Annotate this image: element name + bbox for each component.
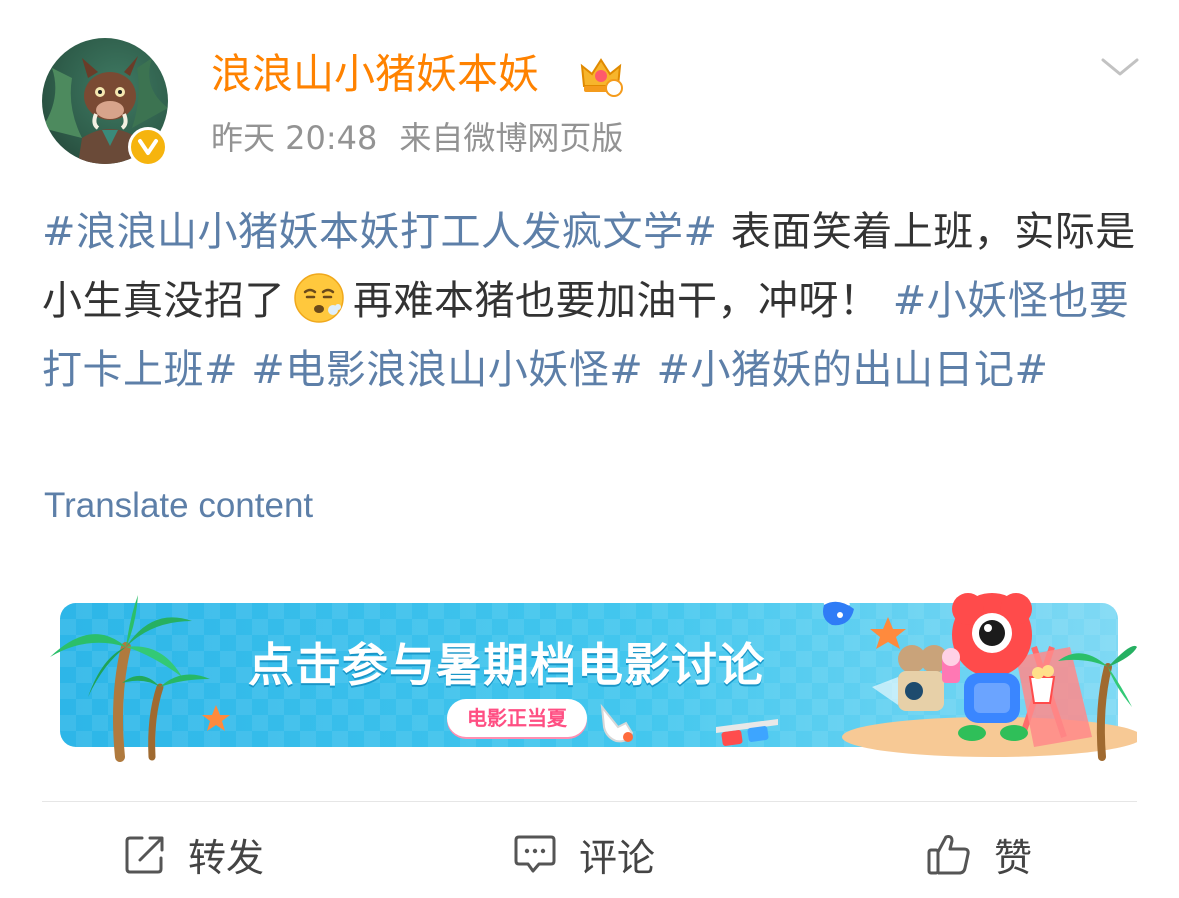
pointing-hand-icon [600,703,634,743]
hashtag-link[interactable]: #浪浪山小猪妖本妖打工人发疯文学# [42,209,718,255]
comment-button[interactable]: 评论 [513,826,655,882]
banner-title: 点击参与暑期档电影讨论 [248,638,765,692]
repost-label: 转发 [188,835,265,880]
post-time: 昨天 20:48 [211,119,378,157]
mascot-illustration [822,591,1137,761]
palm-tree-icon [50,595,230,762]
post-text-segment: 再难本猪也要加油干，冲呀！ [353,278,880,324]
like-button[interactable]: 赞 [926,826,1032,882]
verified-badge-icon [128,127,168,167]
exhausted-face-emoji-icon [293,272,345,324]
banner-badge: 电影正当夏 [447,699,587,737]
thumbs-up-icon [927,835,970,875]
comment-icon [514,835,556,873]
repost-button[interactable]: 转发 [124,826,264,882]
post-meta: 昨天 20:48 来自微博网页版 [211,116,623,160]
crown-icon[interactable] [578,52,624,98]
comment-label: 评论 [579,835,656,880]
3d-glasses-icon [716,719,778,746]
post-text: #浪浪山小猪妖本妖打工人发疯文学# 表面笑着上班，实际是小生真没招了 再难本猪也… [42,198,1142,405]
like-label: 赞 [994,835,1033,880]
promo-banner[interactable]: 点击参与暑期档电影讨论 电影正当夏 [42,587,1137,762]
divider [42,801,1137,802]
post-source[interactable]: 来自微博网页版 [399,119,623,157]
chevron-down-icon[interactable] [1098,52,1142,82]
hashtag-link[interactable]: #小猪妖的出山日记# [643,347,1048,393]
repost-icon [125,836,164,874]
username[interactable]: 浪浪山小猪妖本妖 [211,46,539,102]
translate-link[interactable]: Translate content [44,484,313,528]
hashtag-link[interactable]: #电影浪浪山小妖怪# [238,347,643,393]
